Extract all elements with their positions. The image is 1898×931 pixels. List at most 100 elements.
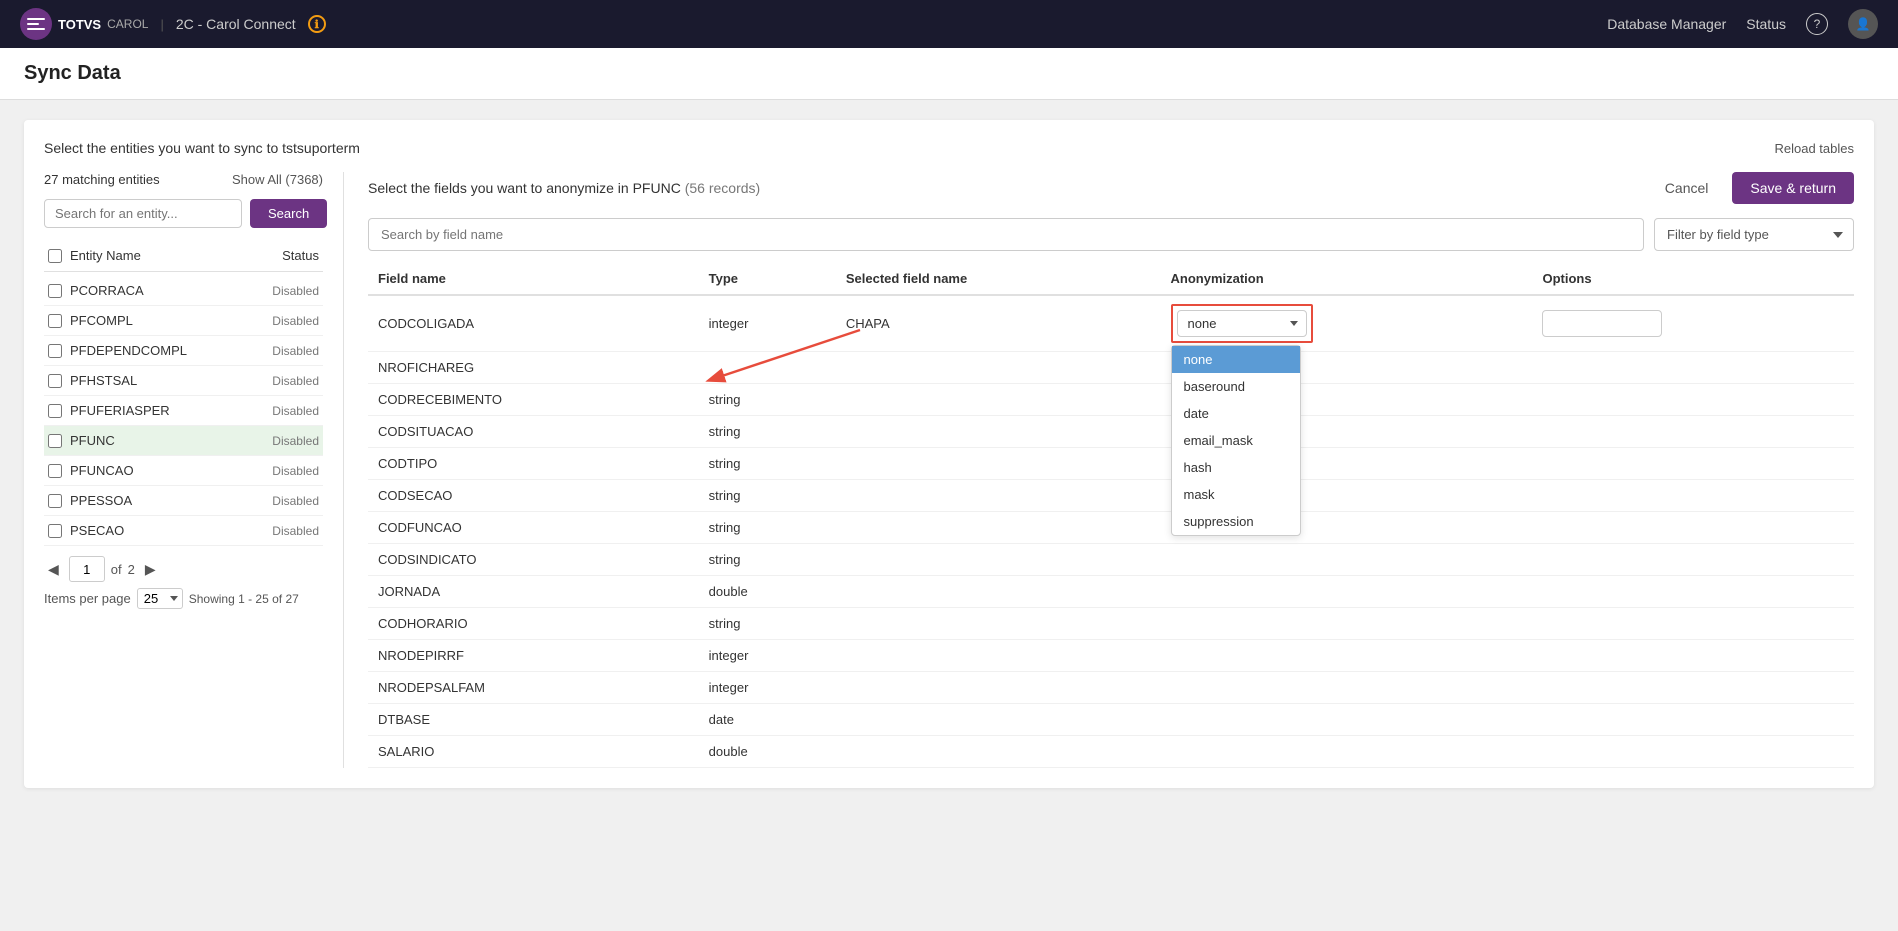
anonymization-select[interactable]: none baseround date email_mask hash mask… [1177,310,1307,337]
entity-name: PCORRACA [70,283,264,298]
entity-name: PFUNCAO [70,463,264,478]
table-row: SALARIO double [368,736,1854,768]
filter-by-type-select[interactable]: Filter by field type integer string doub… [1654,218,1854,251]
field-name-cell: CODTIPO [368,448,699,480]
field-name-cell: NROFICHAREG [368,352,699,384]
entity-checkbox[interactable] [48,314,62,328]
cancel-button[interactable]: Cancel [1651,174,1723,202]
field-name-cell: CODHORARIO [368,608,699,640]
table-row: CODSITUACAO string [368,416,1854,448]
options-cell [1532,295,1854,352]
col-type: Type [699,263,836,295]
field-name-cell: NRODEPIRRF [368,640,699,672]
field-name-cell: CODSECAO [368,480,699,512]
entity-checkbox[interactable] [48,464,62,478]
type-cell: integer [699,295,836,352]
nav-status[interactable]: Status [1746,16,1786,32]
panel-title: Select the fields you want to anonymize … [368,180,760,196]
entity-search-input[interactable] [44,199,242,228]
entity-checkbox[interactable] [48,374,62,388]
type-cell: integer [699,672,836,704]
logo-icon [20,8,52,40]
table-row: NROFICHAREG + Add anonymization [368,352,1854,384]
anon-select-wrapper: none baseround date email_mask hash mask… [1177,310,1307,337]
card-header-title: Select the entities you want to sync to … [44,140,360,156]
list-item: PFUNCAO Disabled [44,456,323,486]
total-pages: 2 [128,562,135,577]
entities-count: 27 matching entities [44,172,160,187]
type-cell: string [699,416,836,448]
pagination: ◀ of 2 ▶ [44,556,323,582]
field-name-cell: SALARIO [368,736,699,768]
logo: TOTVS CAROL [20,8,148,40]
table-row: CODSECAO string [368,480,1854,512]
brand-name: TOTVS [58,17,101,32]
col-field-name: Field name [368,263,699,295]
field-name-cell: JORNADA [368,576,699,608]
entity-checkbox[interactable] [48,344,62,358]
field-name-cell: CODFUNCAO [368,512,699,544]
options-input[interactable] [1542,310,1662,337]
type-cell: string [699,448,836,480]
nav-left: TOTVS CAROL | 2C - Carol Connect ℹ [20,8,326,40]
col-anonymization: Anonymization [1161,263,1533,295]
select-all-checkbox[interactable] [48,249,62,263]
reload-tables-link[interactable]: Reload tables [1775,141,1855,156]
next-page-button[interactable]: ▶ [141,559,160,580]
col-options: Options [1532,263,1854,295]
nav-database-manager[interactable]: Database Manager [1607,16,1726,32]
table-row: CODCOLIGADA integer CHAPA none [368,295,1854,352]
main-content: Select the entities you want to sync to … [0,100,1898,931]
entity-checkbox[interactable] [48,284,62,298]
entity-status: Disabled [272,374,319,388]
help-icon[interactable]: ? [1806,13,1828,35]
info-icon[interactable]: ℹ [308,15,326,33]
field-name-cell: CODSITUACAO [368,416,699,448]
entity-status: Disabled [272,434,319,448]
app-name: 2C - Carol Connect [176,16,296,32]
card-header: Select the entities you want to sync to … [44,140,1854,156]
add-anonymization-link[interactable]: + Add anonymization [1171,360,1292,375]
table-row: CODHORARIO string [368,608,1854,640]
show-all-link[interactable]: Show All (7368) [232,172,323,187]
panel-actions: Cancel Save & return [1651,172,1854,204]
right-panel: Select the fields you want to anonymize … [344,172,1854,768]
entity-search-row: Search [44,199,323,228]
anonymization-cell [1161,384,1533,416]
main-card: Select the entities you want to sync to … [24,120,1874,788]
entity-name: PSECAO [70,523,264,538]
entity-name: PFCOMPL [70,313,264,328]
table-row: CODSINDICATO string [368,544,1854,576]
field-search-input[interactable] [368,218,1644,251]
prev-page-button[interactable]: ◀ [44,559,63,580]
field-name-cell: NRODEPSALFAM [368,672,699,704]
entity-checkbox[interactable] [48,434,62,448]
entity-status: Disabled [272,344,319,358]
type-cell: date [699,704,836,736]
page-of-label: of [111,562,122,577]
options-cell [1532,352,1854,384]
type-cell: double [699,736,836,768]
user-avatar[interactable]: 👤 [1848,9,1878,39]
entity-list: PCORRACA Disabled PFCOMPL Disabled PFDEP… [44,276,323,546]
type-cell: string [699,608,836,640]
items-per-page-row: Items per page 2550100 Showing 1 - 25 of… [44,588,323,609]
user-name: CAROL [107,17,148,31]
entity-checkbox[interactable] [48,494,62,508]
current-page-input[interactable] [69,556,105,582]
entity-list-header: Entity Name Status [44,240,323,272]
items-per-page-select[interactable]: 2550100 [137,588,183,609]
table-row: CODRECEBIMENTO string [368,384,1854,416]
entity-status: Disabled [272,524,319,538]
save-return-button[interactable]: Save & return [1732,172,1854,204]
items-per-page-label: Items per page [44,591,131,606]
entity-name: PFUNC [70,433,264,448]
entity-search-button[interactable]: Search [250,199,327,228]
list-item: PFUNC Disabled [44,426,323,456]
anon-highlight-box: none baseround date email_mask hash mask… [1171,304,1313,343]
anon-dropdown-container: none baseround date email_mask hash mask… [1171,304,1313,343]
list-item: PPESSOA Disabled [44,486,323,516]
table-row: CODTIPO string [368,448,1854,480]
entity-checkbox[interactable] [48,524,62,538]
entity-checkbox[interactable] [48,404,62,418]
